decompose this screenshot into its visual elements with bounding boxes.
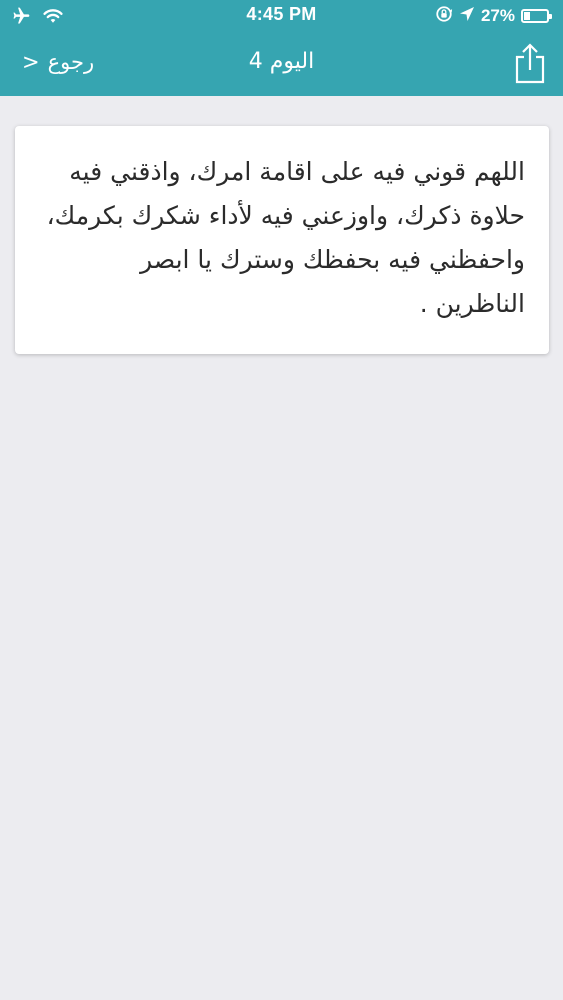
page-title: اليوم 4 [248,49,315,74]
location-arrow-icon [459,6,475,26]
battery-icon [521,9,552,23]
status-right-icons: 27% [435,5,553,27]
battery-level [524,12,530,20]
dua-card: اللهم قوني فيه على اقامة امرك، واذقني في… [15,126,549,354]
rotation-lock-icon [435,5,453,27]
app-header: 4:45 PM 27% > رجوع اليوم 4 [0,0,563,96]
share-icon [515,43,545,84]
share-button[interactable] [513,42,547,84]
dua-text: اللهم قوني فيه على اقامة امرك، واذقني في… [46,157,525,318]
battery-percent: 27% [480,6,515,25]
nav-bar: > رجوع اليوم 4 [0,34,563,96]
status-bar: 4:45 PM 27% [0,0,563,34]
